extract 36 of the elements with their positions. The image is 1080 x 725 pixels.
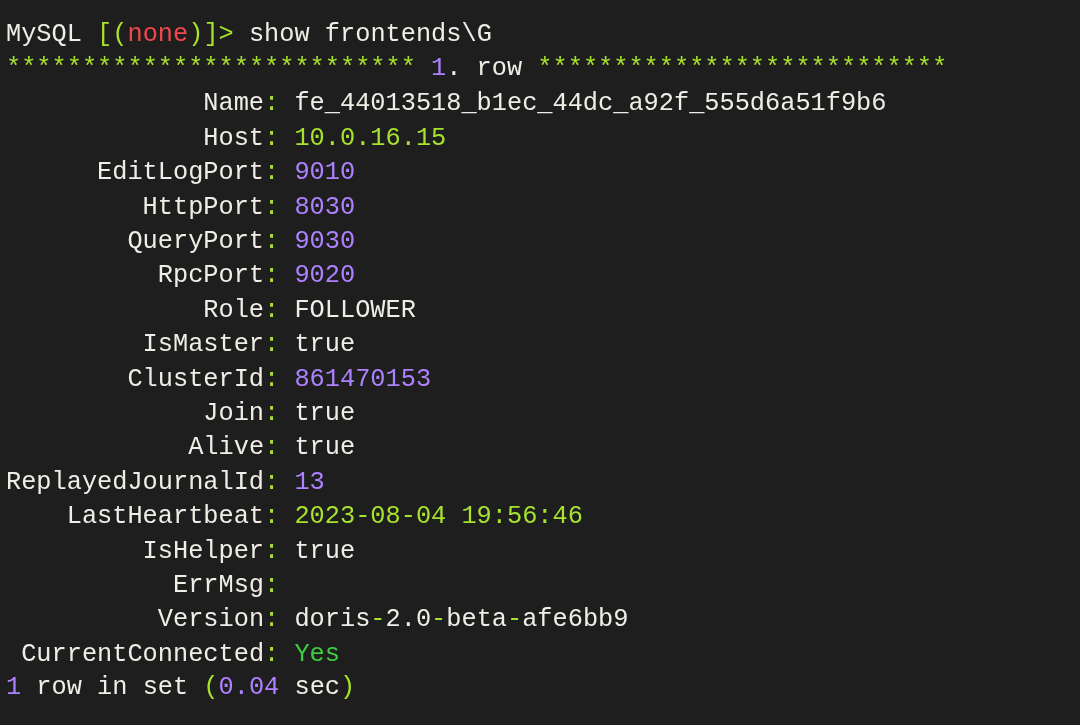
field-label: Role: bbox=[203, 295, 280, 325]
field-value: true bbox=[293, 399, 356, 428]
field-value: doris-2.0-beta-afe6bb9 bbox=[293, 605, 629, 635]
field-label: RpcPort: bbox=[157, 261, 280, 291]
field-value: 2023-08-04 19:56:46 bbox=[293, 502, 583, 532]
field-label: Join: bbox=[203, 399, 280, 428]
field-value: 13 bbox=[293, 467, 325, 497]
field-label: ErrMsg: bbox=[172, 570, 280, 600]
field-value: true bbox=[293, 330, 356, 360]
field-value: 9020 bbox=[293, 261, 356, 291]
field-label: LastHeartbeat: bbox=[66, 502, 280, 532]
field-label: EditLogPort: bbox=[97, 158, 280, 188]
field-label: CurrentConnected: bbox=[21, 639, 280, 669]
field-label: ReplayedJournalId: bbox=[6, 467, 280, 497]
command-line: MySQL [(none)]> show frontends\G bbox=[6, 19, 492, 51]
field-value: 10.0.16.15 bbox=[293, 123, 447, 153]
result-summary: 1 row in set (0.04 sec) bbox=[6, 672, 356, 705]
field-label: QueryPort: bbox=[127, 227, 280, 257]
field-label: Alive: bbox=[188, 433, 280, 463]
field-value: Yes bbox=[293, 639, 340, 669]
row-separator: *************************** 1. row *************************** bbox=[6, 53, 948, 86]
field-label: Host: bbox=[203, 123, 280, 153]
field-label: IsMaster: bbox=[142, 330, 280, 360]
field-label: HttpPort: bbox=[142, 192, 280, 222]
field-label: Version: bbox=[157, 605, 280, 635]
field-value: 861470153 bbox=[293, 364, 432, 394]
field-value: true bbox=[293, 433, 356, 463]
field-label: ClusterId: bbox=[127, 364, 280, 394]
field-value: fe_44013518_b1ec_44dc_a92f_555d6a51f9b6 bbox=[293, 89, 887, 119]
field-value: FOLLOWER bbox=[293, 295, 416, 325]
field-value: 9030 bbox=[293, 227, 356, 257]
field-label: IsHelper: bbox=[142, 536, 280, 566]
field-value: true bbox=[293, 536, 356, 566]
field-label: Name: bbox=[203, 89, 280, 119]
field-value: 9010 bbox=[293, 158, 356, 188]
field-value: 8030 bbox=[293, 192, 356, 222]
